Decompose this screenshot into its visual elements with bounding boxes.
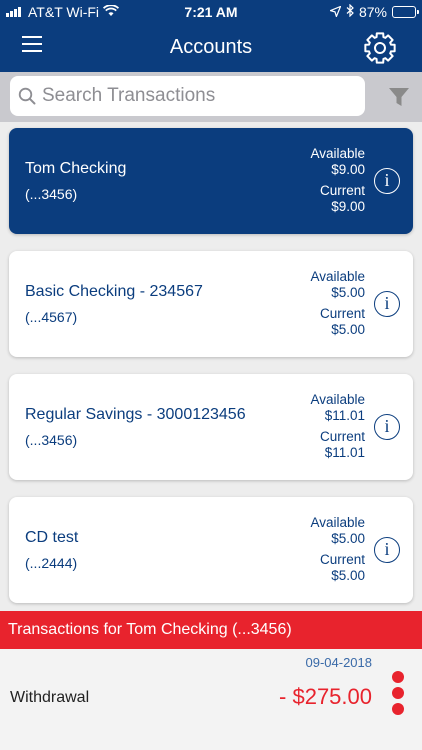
app-header: AT&T Wi-Fi 7:21 AM 87% Accounts	[0, 0, 422, 72]
available-amount: $5.00	[331, 531, 365, 546]
current-label: Current	[319, 183, 365, 198]
account-number: (...3456)	[25, 186, 78, 202]
account-card-basic-checking[interactable]: Basic Checking - 234567 (...4567) Availa…	[9, 251, 413, 357]
current-label: Current	[319, 306, 365, 321]
search-field-container	[10, 76, 365, 116]
available-label: Available	[310, 392, 365, 407]
account-name: Basic Checking - 234567	[25, 283, 203, 300]
transaction-description: Withdrawal	[10, 689, 90, 706]
available-label: Available	[310, 146, 365, 161]
available-label: Available	[310, 269, 365, 284]
account-number: (...4567)	[25, 309, 78, 325]
search-bar	[0, 72, 422, 122]
info-icon[interactable]: i	[374, 168, 400, 194]
current-label: Current	[319, 552, 365, 567]
current-amount: $9.00	[331, 199, 365, 214]
transaction-amount: - $275.00	[279, 684, 372, 709]
battery-percent: 87%	[358, 4, 387, 20]
transactions-header: Transactions for Tom Checking (...3456)	[0, 611, 422, 649]
page-title: Accounts	[169, 36, 253, 58]
current-amount: $5.00	[331, 568, 365, 583]
search-icon	[18, 87, 36, 105]
bluetooth-icon	[346, 3, 354, 20]
more-options-icon[interactable]	[392, 671, 404, 719]
account-card-regular-savings[interactable]: Regular Savings - 3000123456 (...3456) A…	[9, 374, 413, 480]
info-icon[interactable]: i	[374, 537, 400, 563]
account-name: Regular Savings - 3000123456	[25, 406, 246, 423]
location-arrow-icon	[328, 4, 342, 20]
available-label: Available	[310, 515, 365, 530]
search-input[interactable]	[42, 76, 360, 116]
battery-icon	[392, 6, 419, 18]
account-name: CD test	[25, 529, 79, 546]
transaction-date: 09-04-2018	[305, 655, 373, 670]
info-icon[interactable]: i	[374, 291, 400, 317]
status-bar: AT&T Wi-Fi 7:21 AM 87%	[0, 0, 422, 24]
account-card-cd-test[interactable]: CD test (...2444) Available $5.00 Curren…	[9, 497, 413, 603]
gear-icon[interactable]	[362, 30, 398, 66]
account-balances: Available $11.01 Current $11.01	[310, 392, 365, 461]
available-amount: $9.00	[331, 162, 365, 177]
account-card-tom-checking[interactable]: Tom Checking (...3456) Available $9.00 C…	[9, 128, 413, 234]
account-balances: Available $9.00 Current $9.00	[310, 146, 365, 215]
account-balances: Available $5.00 Current $5.00	[310, 269, 365, 338]
current-label: Current	[319, 429, 365, 444]
filter-funnel-icon[interactable]	[388, 86, 410, 108]
account-number: (...3456)	[25, 432, 78, 448]
current-amount: $11.01	[324, 445, 365, 460]
account-balances: Available $5.00 Current $5.00	[310, 515, 365, 584]
current-amount: $5.00	[331, 322, 365, 337]
account-name: Tom Checking	[25, 160, 127, 177]
available-amount: $11.01	[324, 408, 365, 423]
transaction-row[interactable]: 09-04-2018 Withdrawal - $275.00	[0, 649, 422, 750]
account-number: (...2444)	[25, 555, 78, 571]
available-amount: $5.00	[331, 285, 365, 300]
status-right: 87%	[328, 3, 419, 20]
info-icon[interactable]: i	[374, 414, 400, 440]
